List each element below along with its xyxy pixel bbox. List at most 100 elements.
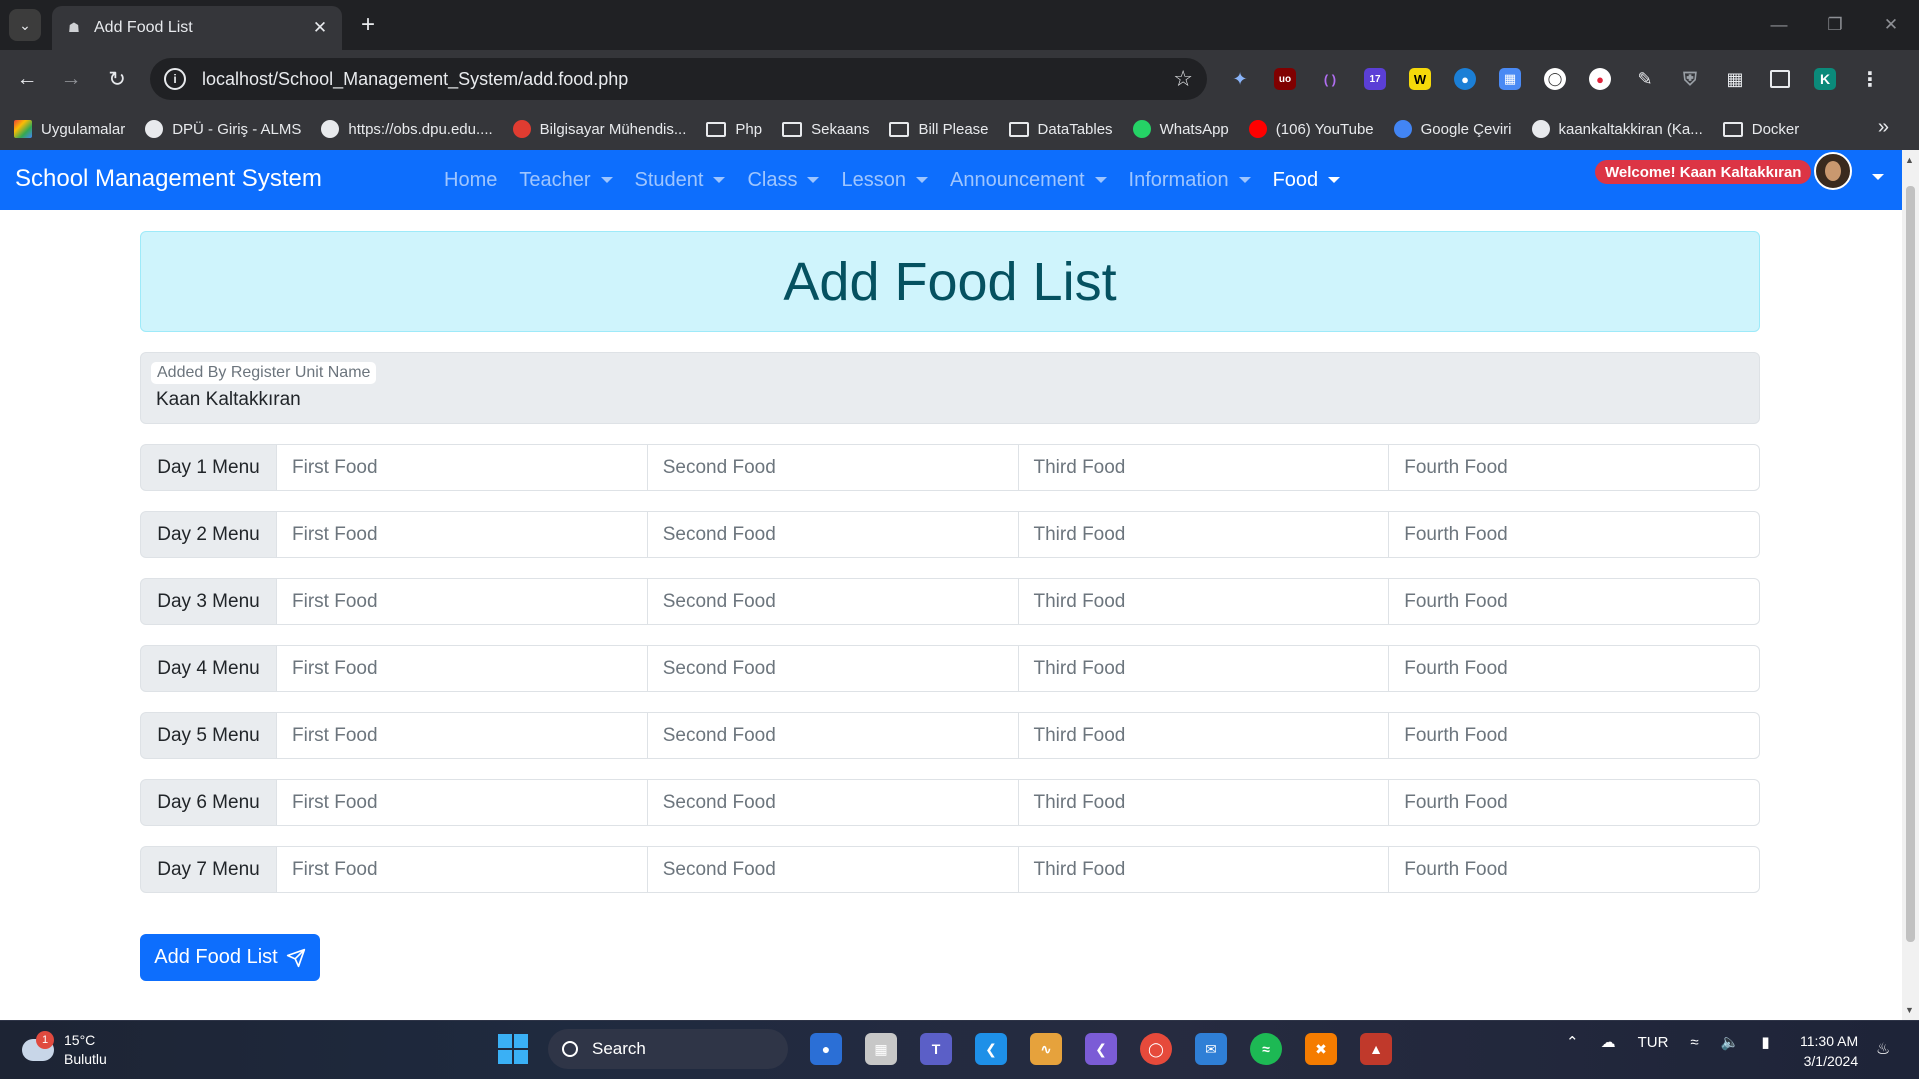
page-scrollbar[interactable]: ▲ ▼ (1902, 150, 1919, 1020)
reload-icon[interactable]: ↻ (102, 64, 132, 94)
add-food-list-button[interactable]: Add Food List (140, 934, 320, 981)
wand-extension-icon[interactable]: ✦ (1224, 63, 1256, 95)
first-food-input[interactable]: First Food (277, 444, 648, 491)
minimize-icon[interactable]: — (1751, 0, 1807, 50)
shield-extension-icon[interactable]: ⛨ (1674, 63, 1706, 95)
third-food-input[interactable]: Third Food (1018, 645, 1390, 692)
first-food-input[interactable]: First Food (277, 578, 648, 625)
bookmark-item[interactable]: Uygulamalar (14, 120, 125, 138)
bookmark-item[interactable]: (106) YouTube (1248, 120, 1374, 138)
fourth-food-input[interactable]: Fourth Food (1389, 779, 1760, 826)
url-text[interactable]: localhost/School_Management_System/add.f… (202, 69, 1173, 90)
bookmark-item[interactable]: DataTables (1008, 121, 1113, 138)
forward-icon[interactable]: → (56, 64, 86, 94)
third-food-input[interactable]: Third Food (1018, 846, 1390, 893)
wifi-icon[interactable]: ≈ (1690, 1034, 1698, 1051)
bookmark-item[interactable]: Bilgisayar Mühendis... (512, 120, 686, 138)
nav-item-information[interactable]: Information (1129, 169, 1251, 192)
second-food-input[interactable]: Second Food (647, 511, 1019, 558)
third-food-input[interactable]: Third Food (1018, 444, 1390, 491)
scroll-up-icon[interactable]: ▲ (1905, 155, 1914, 165)
sublime-icon[interactable]: ∿ (1030, 1033, 1062, 1065)
site-info-icon[interactable]: i (164, 68, 186, 90)
bookmark-item[interactable]: Docker (1722, 121, 1799, 138)
ublock-extension-icon[interactable]: uo (1269, 63, 1301, 95)
bookmark-item[interactable]: Sekaans (782, 121, 869, 138)
fourth-food-input[interactable]: Fourth Food (1389, 846, 1760, 893)
browser-tab[interactable]: ☗ Add Food List ✕ (52, 6, 342, 50)
windows-start-icon[interactable] (498, 1034, 528, 1064)
nav-item-lesson[interactable]: Lesson (841, 169, 928, 192)
teams-icon[interactable]: T (920, 1033, 952, 1065)
tray-chevron-up-icon[interactable]: ⌃ (1566, 1033, 1579, 1051)
third-food-input[interactable]: Third Food (1018, 578, 1390, 625)
first-food-input[interactable]: First Food (277, 712, 648, 759)
second-food-input[interactable]: Second Food (647, 444, 1019, 491)
eyedropper-extension-icon[interactable]: ✎ (1629, 63, 1661, 95)
third-food-input[interactable]: Third Food (1018, 712, 1390, 759)
first-food-input[interactable]: First Food (277, 645, 648, 692)
spotify-icon[interactable]: ≈ (1250, 1033, 1282, 1065)
profile-icon[interactable]: K (1809, 63, 1841, 95)
second-food-input[interactable]: Second Food (647, 779, 1019, 826)
edge-extension-icon[interactable]: ● (1449, 63, 1481, 95)
first-food-input[interactable]: First Food (277, 846, 648, 893)
file-explorer-icon[interactable]: ▦ (865, 1033, 897, 1065)
bookmark-item[interactable]: https://obs.dpu.edu.... (321, 120, 493, 138)
second-food-input[interactable]: Second Food (647, 645, 1019, 692)
more-bookmarks-icon[interactable]: » (1878, 116, 1889, 139)
copilot-icon[interactable]: ● (810, 1033, 842, 1065)
close-window-icon[interactable]: ✕ (1863, 0, 1919, 50)
nav-item-home[interactable]: Home (444, 169, 497, 192)
navbar-brand[interactable]: School Management System (15, 165, 322, 193)
fourth-food-input[interactable]: Fourth Food (1389, 511, 1760, 558)
fourth-food-input[interactable]: Fourth Food (1389, 712, 1760, 759)
puzzle-extensions-icon[interactable]: ▦ (1719, 63, 1751, 95)
bookmark-item[interactable]: Php (706, 121, 762, 138)
first-food-input[interactable]: First Food (277, 511, 648, 558)
battery-icon[interactable]: ▮ (1761, 1033, 1769, 1051)
tab-search-chevron-icon[interactable]: ⌄ (9, 9, 41, 41)
doc-extension-icon[interactable]: ▦ (1494, 63, 1526, 95)
visual-studio-icon[interactable]: ❮ (1085, 1033, 1117, 1065)
user-avatar[interactable] (1814, 152, 1852, 190)
weather-widget[interactable]: 1 15°C Bulutlu (22, 1031, 107, 1069)
nav-item-food[interactable]: Food (1273, 169, 1341, 192)
bookmark-item[interactable]: kaankaltakkiran (Ka... (1531, 120, 1703, 138)
nav-item-teacher[interactable]: Teacher (519, 169, 613, 192)
menu-kebab-icon[interactable]: ⋮ (1854, 63, 1886, 95)
back-icon[interactable]: ← (12, 64, 42, 94)
xampp-icon[interactable]: ✖ (1305, 1033, 1337, 1065)
restore-icon[interactable]: ❐ (1807, 0, 1863, 50)
third-food-input[interactable]: Third Food (1018, 511, 1390, 558)
circle-extension-icon[interactable]: ◯ (1539, 63, 1571, 95)
chrome-icon[interactable]: ◯ (1140, 1033, 1172, 1065)
clock[interactable]: 11:30 AM 3/1/2024 (1800, 1031, 1858, 1071)
bookmark-item[interactable]: WhatsApp (1132, 120, 1229, 138)
second-food-input[interactable]: Second Food (647, 846, 1019, 893)
second-food-input[interactable]: Second Food (647, 712, 1019, 759)
taskbar-search[interactable]: Search (548, 1029, 788, 1069)
user-menu-chevron-icon[interactable] (1862, 167, 1884, 185)
notification-bell-icon[interactable]: ♨ (1876, 1039, 1890, 1059)
volume-icon[interactable]: 🔈 (1721, 1033, 1740, 1051)
nav-item-announcement[interactable]: Announcement (950, 169, 1107, 192)
record-extension-icon[interactable]: ● (1584, 63, 1616, 95)
onedrive-icon[interactable]: ☁ (1601, 1033, 1616, 1051)
mail-icon[interactable]: ✉ (1195, 1033, 1227, 1065)
fourth-food-input[interactable]: Fourth Food (1389, 444, 1760, 491)
w-extension-icon[interactable]: W (1404, 63, 1436, 95)
fourth-food-input[interactable]: Fourth Food (1389, 578, 1760, 625)
first-food-input[interactable]: First Food (277, 779, 648, 826)
address-bar[interactable]: i localhost/School_Management_System/add… (150, 58, 1207, 100)
new-tab-icon[interactable]: + (353, 10, 383, 40)
bookmark-item[interactable]: DPÜ - Giriş - ALMS (145, 120, 301, 138)
scroll-thumb[interactable] (1906, 186, 1915, 942)
close-tab-icon[interactable]: ✕ (310, 18, 330, 38)
vscode-icon[interactable]: ❮ (975, 1033, 1007, 1065)
second-food-input[interactable]: Second Food (647, 578, 1019, 625)
fourth-food-input[interactable]: Fourth Food (1389, 645, 1760, 692)
scroll-down-icon[interactable]: ▼ (1905, 1005, 1914, 1015)
nav-item-class[interactable]: Class (747, 169, 820, 192)
bookmark-item[interactable]: Bill Please (889, 121, 989, 138)
